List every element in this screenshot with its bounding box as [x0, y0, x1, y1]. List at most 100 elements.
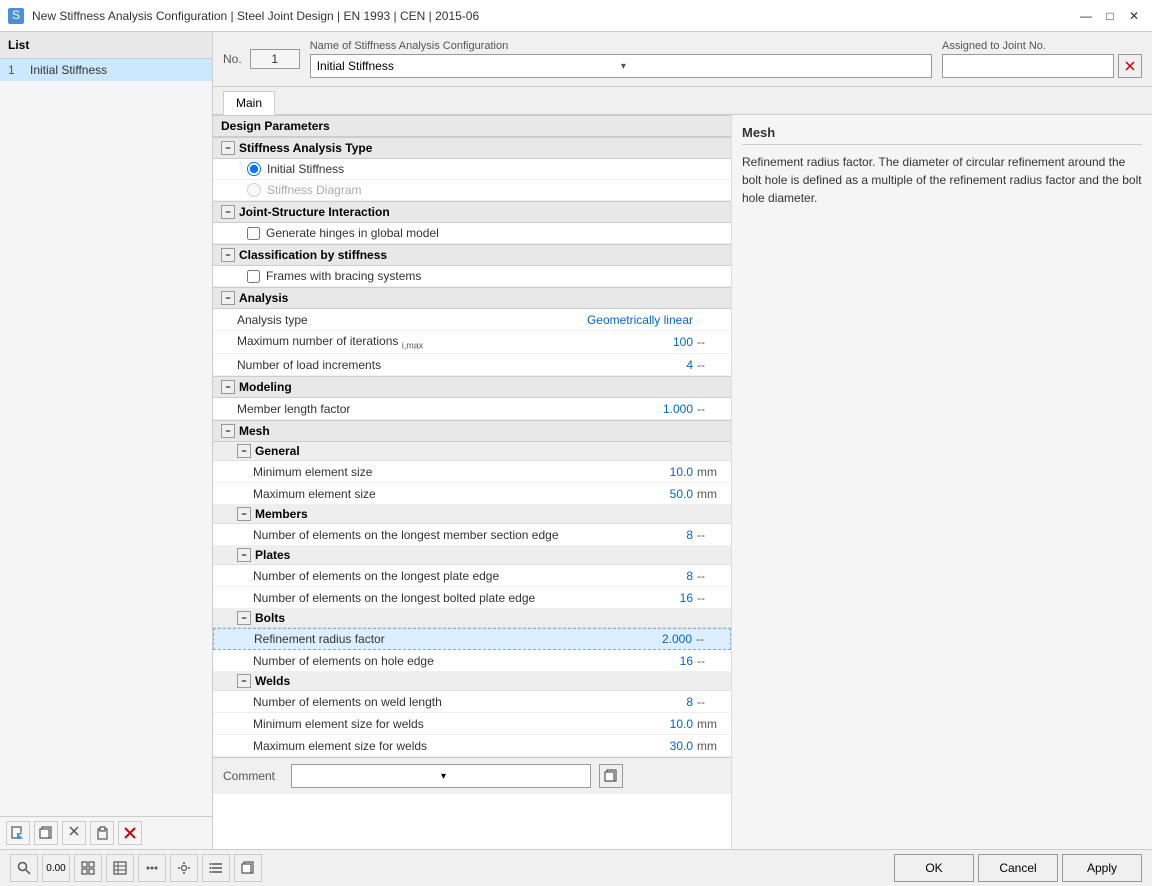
max-weld-value[interactable]: 30.0	[633, 739, 693, 753]
max-weld-name: Maximum element size for welds	[253, 739, 633, 753]
generate-hinges-checkbox[interactable]	[247, 227, 260, 240]
mesh-plates-collapse[interactable]: −	[237, 548, 251, 562]
mesh-members-collapse[interactable]: −	[237, 507, 251, 521]
max-element-value[interactable]: 50.0	[633, 487, 693, 501]
list-item-text: Initial Stiffness	[30, 63, 107, 77]
main-content: Design Parameters − Stiffness Analysis T…	[213, 115, 1152, 849]
stiffness-diagram-row: Stiffness Diagram	[213, 180, 731, 201]
stiffness-diagram-radio[interactable]	[247, 183, 261, 197]
longest-bolted-row: Number of elements on the longest bolted…	[213, 587, 731, 609]
member-length-value[interactable]: 1.000	[633, 402, 693, 416]
copy-toolbar-button[interactable]	[234, 854, 262, 882]
name-dropdown[interactable]: Initial Stiffness ▾	[310, 54, 932, 78]
grid-toolbar-button[interactable]	[74, 854, 102, 882]
bracing-systems-checkbox[interactable]	[247, 270, 260, 283]
modeling-collapse[interactable]: −	[221, 380, 235, 394]
bottom-toolbar: 0.00 OK Cancel Apply	[0, 849, 1152, 886]
mesh-general-label: General	[255, 444, 300, 458]
search-toolbar-button[interactable]	[10, 854, 38, 882]
max-iterations-unit: --	[693, 335, 723, 349]
load-increments-name: Number of load increments	[237, 358, 633, 372]
delete-item-button[interactable]	[118, 821, 142, 845]
tab-main[interactable]: Main	[223, 91, 275, 115]
analysis-collapse[interactable]: −	[221, 291, 235, 305]
assigned-clear-button[interactable]	[1118, 54, 1142, 78]
list-item[interactable]: 1 Initial Stiffness	[0, 59, 212, 81]
modeling-label: Modeling	[239, 380, 292, 394]
paste-item-button[interactable]	[90, 821, 114, 845]
assigned-input-row	[942, 54, 1142, 78]
info-panel-title: Mesh	[742, 125, 1142, 145]
longest-bolted-value[interactable]: 16	[633, 591, 693, 605]
initial-stiffness-label: Initial Stiffness	[267, 162, 344, 176]
load-increments-value[interactable]: 4	[633, 358, 693, 372]
load-increments-unit: --	[693, 358, 723, 372]
mesh-collapse[interactable]: −	[221, 424, 235, 438]
refinement-radius-value[interactable]: 2.000	[632, 632, 692, 646]
analysis-type-value[interactable]: Geometrically linear	[587, 313, 693, 327]
mesh-welds-collapse[interactable]: −	[237, 674, 251, 688]
longest-member-value[interactable]: 8	[633, 528, 693, 542]
params-panel: Design Parameters − Stiffness Analysis T…	[213, 115, 732, 849]
weld-length-value[interactable]: 8	[633, 695, 693, 709]
list-content: 1 Initial Stiffness	[0, 59, 212, 816]
comment-section: Comment ▾	[213, 757, 731, 794]
comment-dropdown[interactable]: ▾	[291, 764, 591, 788]
more-toolbar-button[interactable]	[138, 854, 166, 882]
max-iterations-name: Maximum number of iterations i,max	[237, 334, 633, 350]
main-container: List 1 Initial Stiffness +	[0, 32, 1152, 886]
max-weld-row: Maximum element size for welds 30.0 mm	[213, 735, 731, 757]
min-element-name: Minimum element size	[253, 465, 633, 479]
cancel-button[interactable]: Cancel	[978, 854, 1058, 882]
joint-structure-header: − Joint-Structure Interaction	[213, 201, 731, 223]
list-header: List	[0, 32, 212, 59]
title-bar-text: New Stiffness Analysis Configuration | S…	[32, 9, 1068, 23]
weld-length-unit: --	[693, 695, 723, 709]
refinement-radius-unit: --	[692, 632, 722, 646]
mesh-members-header: − Members	[213, 505, 731, 524]
analysis-type-row: Analysis type Geometrically linear	[213, 309, 731, 331]
mesh-bolts-collapse[interactable]: −	[237, 611, 251, 625]
comment-copy-button[interactable]	[599, 764, 623, 788]
classification-header: − Classification by stiffness	[213, 244, 731, 266]
comment-label: Comment	[223, 769, 283, 783]
mesh-general-collapse[interactable]: −	[237, 444, 251, 458]
hole-edge-value[interactable]: 16	[633, 654, 693, 668]
min-weld-value[interactable]: 10.0	[633, 717, 693, 731]
close-button[interactable]: ✕	[1124, 6, 1144, 26]
mesh-general-header: − General	[213, 442, 731, 461]
initial-stiffness-radio[interactable]	[247, 162, 261, 176]
name-label: Name of Stiffness Analysis Configuration	[310, 40, 932, 52]
list-toolbar-button[interactable]	[202, 854, 230, 882]
joint-structure-collapse[interactable]: −	[221, 205, 235, 219]
copy-item-button[interactable]	[34, 821, 58, 845]
assigned-input[interactable]	[942, 54, 1114, 78]
apply-button[interactable]: Apply	[1062, 854, 1142, 882]
max-iterations-value[interactable]: 100	[633, 335, 693, 349]
cut-item-button[interactable]	[62, 821, 86, 845]
refinement-radius-row[interactable]: Refinement radius factor 2.000 --	[213, 628, 731, 650]
maximize-button[interactable]: □	[1100, 6, 1120, 26]
content-area: List 1 Initial Stiffness +	[0, 32, 1152, 849]
max-element-row: Maximum element size 50.0 mm	[213, 483, 731, 505]
stiffness-type-collapse[interactable]: −	[221, 141, 235, 155]
assigned-label: Assigned to Joint No.	[942, 40, 1142, 52]
max-iterations-row: Maximum number of iterations i,max 100 -…	[213, 331, 731, 354]
ok-button[interactable]: OK	[894, 854, 974, 882]
stiffness-diagram-label: Stiffness Diagram	[267, 183, 361, 197]
settings-toolbar-button[interactable]	[170, 854, 198, 882]
member-length-row: Member length factor 1.000 --	[213, 398, 731, 420]
minimize-button[interactable]: —	[1076, 6, 1096, 26]
longest-plate-value[interactable]: 8	[633, 569, 693, 583]
new-item-button[interactable]: +	[6, 821, 30, 845]
longest-plate-row: Number of elements on the longest plate …	[213, 565, 731, 587]
classification-collapse[interactable]: −	[221, 248, 235, 262]
longest-plate-unit: --	[693, 569, 723, 583]
name-value: Initial Stiffness	[317, 59, 621, 73]
zero-toolbar-button[interactable]: 0.00	[42, 854, 70, 882]
design-params-header: Design Parameters	[213, 115, 731, 137]
comment-arrow-icon: ▾	[441, 771, 586, 782]
analysis-type-name: Analysis type	[237, 313, 587, 327]
min-element-value[interactable]: 10.0	[633, 465, 693, 479]
table-toolbar-button[interactable]	[106, 854, 134, 882]
